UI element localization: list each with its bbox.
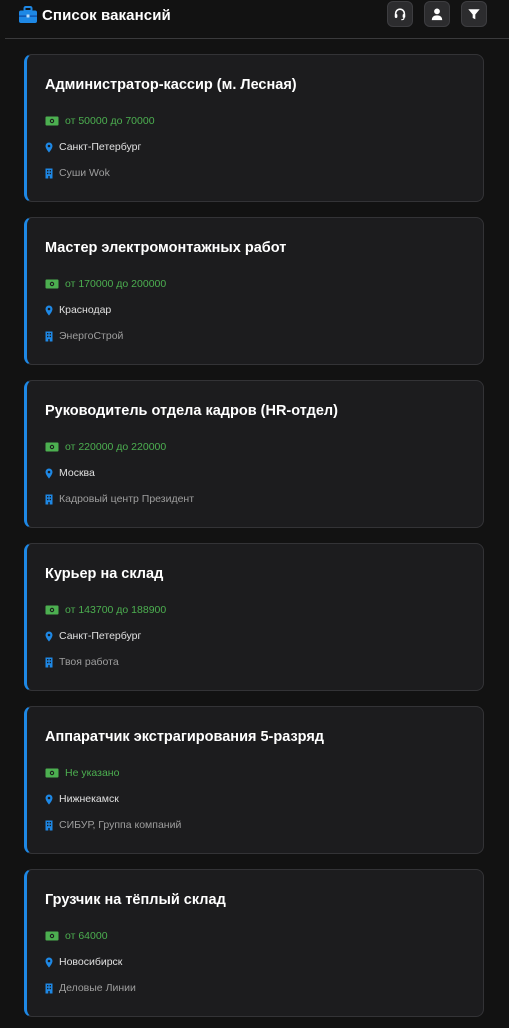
vacancy-title: Курьер на склад	[45, 566, 164, 582]
vacancy-company: Деловые Линии	[45, 982, 136, 994]
vacancy-city: Новосибирск	[45, 956, 122, 968]
page-title: Список вакансий	[42, 6, 171, 24]
vacancy-city: Краснодар	[45, 304, 111, 316]
vacancy-city: Санкт-Петербург	[45, 141, 141, 153]
salary-text: от 64000	[65, 930, 108, 942]
location-pin-icon	[45, 468, 53, 478]
briefcase-icon	[19, 6, 37, 23]
profile-button[interactable]	[424, 1, 450, 27]
vacancy-salary: Не указано	[45, 767, 119, 779]
building-icon	[45, 331, 53, 341]
support-button[interactable]	[387, 1, 413, 27]
vacancy-title: Аппаратчик экстрагирования 5-разряд	[45, 729, 324, 745]
vacancy-title: Грузчик на тёплый склад	[45, 892, 226, 908]
company-text: ЭнергоСтрой	[59, 330, 124, 342]
city-text: Санкт-Петербург	[59, 141, 142, 153]
header-title-group: Список вакансий	[18, 5, 171, 25]
vacancy-city: Нижнекамск	[45, 793, 119, 805]
city-text: Санкт-Петербург	[59, 630, 142, 642]
company-text: СИБУР, Группа компаний	[59, 819, 182, 831]
vacancy-salary: от 143700 до 188900	[45, 604, 166, 616]
filter-icon	[468, 9, 480, 20]
money-icon	[45, 605, 59, 615]
money-icon	[45, 279, 59, 289]
location-pin-icon	[45, 794, 53, 804]
building-icon	[45, 983, 53, 993]
support-icon	[394, 8, 406, 21]
vacancy-card[interactable]: Курьер на склад от 143700 до 188900 Санк…	[24, 543, 484, 691]
vacancy-city: Москва	[45, 467, 95, 479]
vacancy-card[interactable]: Руководитель отдела кадров (HR-отдел) от…	[24, 380, 484, 528]
money-icon	[45, 442, 59, 452]
vacancy-title: Руководитель отдела кадров (HR-отдел)	[45, 403, 338, 419]
filter-button[interactable]	[461, 1, 487, 27]
user-icon	[431, 8, 443, 21]
vacancy-title: Мастер электромонтажных работ	[45, 240, 287, 256]
salary-text: от 170000 до 200000	[65, 278, 167, 290]
vacancy-card[interactable]: Аппаратчик экстрагирования 5-разряд Не у…	[24, 706, 484, 854]
company-text: Кадровый центр Президент	[59, 493, 195, 505]
vacancy-salary: от 220000 до 220000	[45, 441, 166, 453]
city-text: Новосибирск	[59, 956, 123, 968]
money-icon	[45, 116, 59, 126]
building-icon	[45, 657, 53, 667]
vacancy-city: Санкт-Петербург	[45, 630, 141, 642]
vacancy-salary: от 64000	[45, 930, 108, 942]
salary-text: от 50000 до 70000	[65, 115, 155, 127]
salary-text: от 220000 до 220000	[65, 441, 167, 453]
company-text: Суши Wok	[59, 167, 110, 179]
location-pin-icon	[45, 957, 53, 967]
money-icon	[45, 768, 59, 778]
vacancy-salary: от 50000 до 70000	[45, 115, 155, 127]
company-text: Деловые Линии	[59, 982, 136, 994]
vacancy-card[interactable]: Администратор-кассир (м. Лесная) от 5000…	[24, 54, 484, 202]
vacancy-company: Твоя работа	[45, 656, 119, 668]
vacancy-card[interactable]: Мастер электромонтажных работ от 170000 …	[24, 217, 484, 365]
location-pin-icon	[45, 142, 53, 152]
city-text: Нижнекамск	[59, 793, 119, 805]
city-text: Краснодар	[59, 304, 112, 316]
vacancy-salary: от 170000 до 200000	[45, 278, 166, 290]
vacancy-title: Администратор-кассир (м. Лесная)	[45, 77, 297, 93]
location-pin-icon	[45, 631, 53, 641]
city-text: Москва	[59, 467, 95, 479]
company-text: Твоя работа	[59, 656, 119, 668]
vacancy-card[interactable]: Грузчик на тёплый склад от 64000 Новосиб…	[24, 869, 484, 1017]
building-icon	[45, 168, 53, 178]
building-icon	[45, 820, 53, 830]
vacancy-company: Суши Wok	[45, 167, 110, 179]
money-icon	[45, 931, 59, 941]
app-header: Список вакансий	[5, 0, 509, 39]
salary-text: Не указано	[65, 767, 120, 779]
vacancy-company: СИБУР, Группа компаний	[45, 819, 181, 831]
location-pin-icon	[45, 305, 53, 315]
salary-text: от 143700 до 188900	[65, 604, 167, 616]
vacancy-company: Кадровый центр Президент	[45, 493, 194, 505]
building-icon	[45, 494, 53, 504]
vacancy-company: ЭнергоСтрой	[45, 330, 123, 342]
